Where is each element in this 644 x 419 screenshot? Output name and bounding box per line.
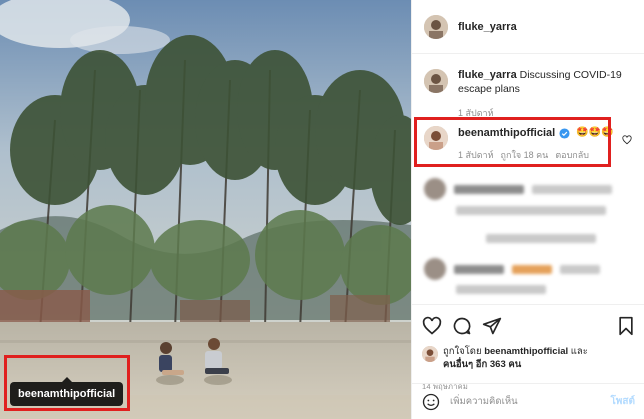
comment-input[interactable]: เพิ่มความคิดเห็น xyxy=(450,394,610,409)
caption-username[interactable]: fluke_yarra xyxy=(458,69,517,81)
post-details-panel: fluke_yarra fluke_yarra Discussing COVID… xyxy=(411,0,644,419)
post-actions: ถูกใจโดย beenamthipofficial และ คนอื่นๆ … xyxy=(412,304,644,393)
blurred-comment xyxy=(456,285,546,294)
highlight-box-photo-tag xyxy=(4,355,130,411)
post-comment-button[interactable]: โพสต์ xyxy=(610,394,635,409)
blurred-comment xyxy=(456,206,606,215)
likes-connector: และ xyxy=(570,346,588,357)
blurred-comment xyxy=(424,178,612,200)
liker-avatar[interactable] xyxy=(422,346,438,362)
liker-username[interactable]: beenamthipofficial xyxy=(484,346,568,357)
likes-summary: ถูกใจโดย beenamthipofficial และ คนอื่นๆ … xyxy=(422,345,635,371)
owner-username[interactable]: fluke_yarra xyxy=(458,21,517,33)
comment-icon[interactable] xyxy=(452,316,472,336)
post-caption: fluke_yarra Discussing COVID-19 escape p… xyxy=(412,54,644,120)
highlight-box-comment xyxy=(414,117,611,167)
likes-prefix: ถูกใจโดย xyxy=(443,346,482,357)
add-comment-bar: เพิ่มความคิดเห็น โพสต์ xyxy=(412,383,644,419)
blurred-comment xyxy=(424,258,600,280)
heart-icon[interactable] xyxy=(422,316,442,336)
comment-like-heart-icon[interactable] xyxy=(622,135,632,145)
bookmark-icon[interactable] xyxy=(617,316,635,336)
share-icon[interactable] xyxy=(482,316,502,336)
post-header: fluke_yarra xyxy=(412,0,644,54)
smiley-icon[interactable] xyxy=(422,393,440,411)
caption-avatar[interactable] xyxy=(424,69,448,93)
blurred-comment xyxy=(486,234,596,243)
likes-others-link[interactable]: คนอื่นๆ อีก 363 คน xyxy=(443,359,521,370)
owner-avatar[interactable] xyxy=(424,14,448,39)
